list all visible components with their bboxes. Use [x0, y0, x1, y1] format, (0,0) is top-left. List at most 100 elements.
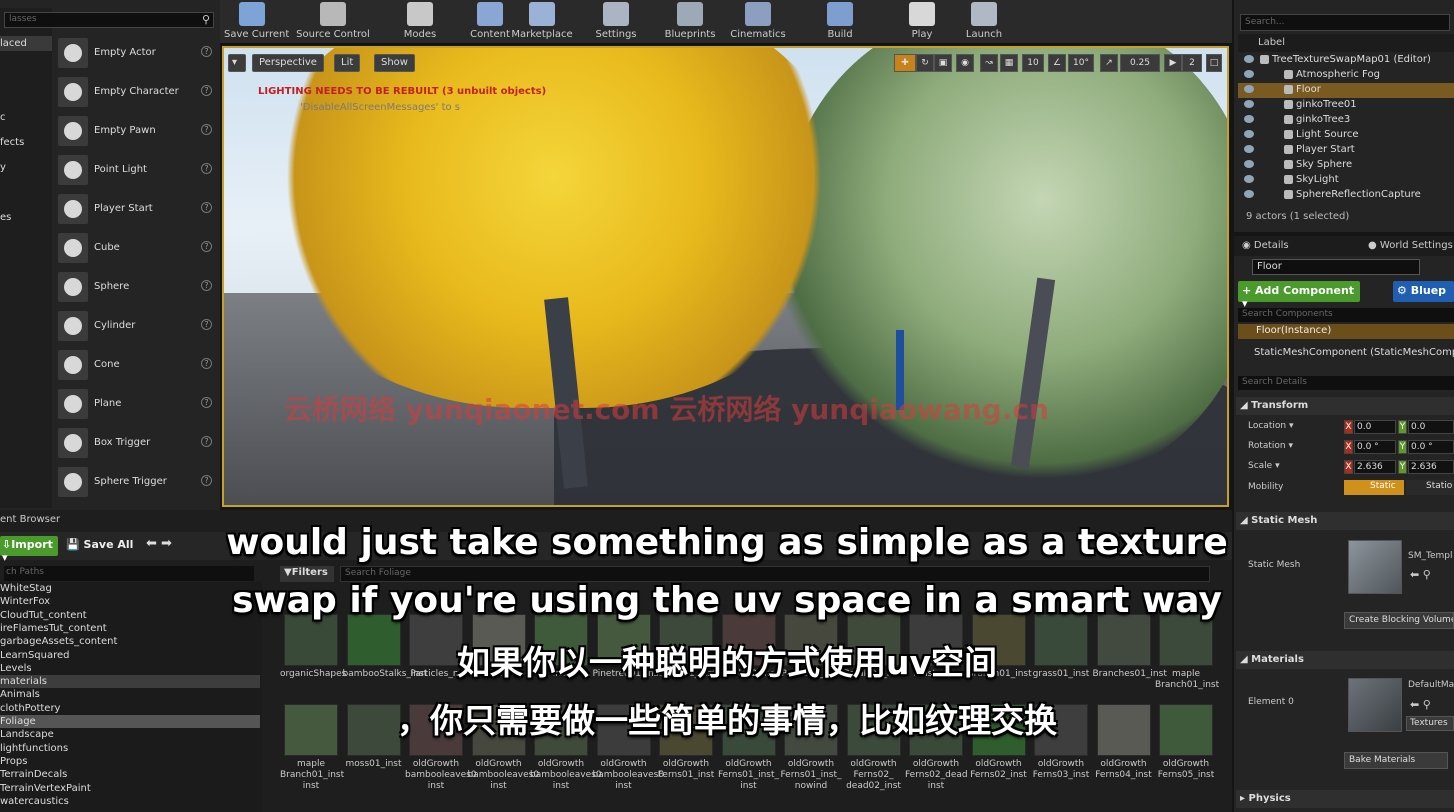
- toolbar-button-label[interactable]: Save Current: [224, 29, 289, 40]
- shape[interactable]: [64, 239, 82, 257]
- toolbar-button-label[interactable]: Source Control: [294, 29, 372, 40]
- asset-name[interactable]: maple Branch01_inst inst: [280, 759, 344, 792]
- toolbar-button-label[interactable]: Build: [812, 29, 868, 40]
- scale-snap-icon[interactable]: ↗: [1100, 54, 1118, 72]
- box-trigger-icon[interactable]: [58, 428, 88, 458]
- shape[interactable]: [64, 278, 82, 296]
- launch-icon[interactable]: [971, 2, 997, 26]
- folder-item[interactable]: TerrainDecals: [0, 768, 260, 781]
- light-bulb-icon[interactable]: [58, 155, 88, 185]
- cube-icon[interactable]: [58, 233, 88, 263]
- eye-icon[interactable]: [1244, 55, 1254, 63]
- outliner-label-header[interactable]: Label: [1238, 34, 1454, 52]
- asset-name[interactable]: oldGrowth Ferns01_inst_ nowind: [780, 759, 842, 792]
- toolbar-button[interactable]: Build: [812, 0, 868, 44]
- source-control-icon[interactable]: [320, 2, 346, 26]
- help-icon[interactable]: ?: [201, 241, 212, 252]
- outliner-row[interactable]: SphereReflectionCapture: [1238, 188, 1454, 203]
- actor-icon[interactable]: [1284, 145, 1293, 154]
- floor-instance-row[interactable]: Floor(Instance): [1238, 324, 1454, 339]
- actor-icon[interactable]: [1284, 85, 1293, 94]
- help-icon[interactable]: ?: [201, 46, 212, 57]
- folder-label[interactable]: TerrainVertexPaint: [0, 783, 91, 794]
- eye-icon[interactable]: [1244, 115, 1254, 123]
- place-item-label[interactable]: Sphere Trigger: [94, 476, 167, 487]
- category-item[interactable]: fects: [0, 137, 24, 148]
- rotation-snap-value[interactable]: 10°: [1068, 54, 1094, 72]
- toolbar-button-label[interactable]: Settings: [588, 29, 644, 40]
- place-item[interactable]: Box Trigger?: [56, 424, 216, 460]
- place-item-label[interactable]: Plane: [94, 398, 121, 409]
- help-icon[interactable]: ?: [201, 436, 212, 447]
- place-item-label[interactable]: Empty Actor: [94, 47, 156, 58]
- eye-icon[interactable]: [1244, 160, 1254, 168]
- outliner-search-input[interactable]: Search...: [1240, 14, 1450, 31]
- help-icon[interactable]: ?: [201, 319, 212, 330]
- help-icon[interactable]: ?: [201, 397, 212, 408]
- search-paths-input[interactable]: ch Paths: [4, 566, 254, 581]
- actor-icon[interactable]: [1284, 100, 1293, 109]
- eye-icon[interactable]: [1244, 70, 1254, 78]
- sphere-icon[interactable]: [58, 38, 88, 68]
- maximize-viewport-icon[interactable]: □: [1206, 54, 1222, 72]
- eye-icon[interactable]: [1244, 85, 1254, 93]
- asset-name[interactable]: oldGrowth Ferns05_inst: [1155, 759, 1217, 781]
- pawn-icon[interactable]: [58, 116, 88, 146]
- folder-label[interactable]: watercaustics: [0, 796, 69, 807]
- world-local-icon[interactable]: ◉: [956, 54, 974, 72]
- place-item[interactable]: Empty Actor?: [56, 34, 216, 70]
- viewport-options-button[interactable]: ▾: [228, 54, 246, 72]
- save-icon[interactable]: [239, 2, 265, 26]
- place-item[interactable]: Player Start?: [56, 190, 216, 226]
- cylinder-icon[interactable]: [58, 311, 88, 341]
- shape[interactable]: [64, 434, 82, 452]
- add-component-button[interactable]: + Add Component ▾: [1238, 281, 1360, 310]
- static-mesh-component-row[interactable]: StaticMeshComponent (StaticMeshComp: [1254, 347, 1454, 358]
- toolbar-button[interactable]: Save Current: [224, 0, 289, 44]
- physics-section[interactable]: ▸ Physics: [1236, 790, 1454, 808]
- place-item[interactable]: Sphere Trigger?: [56, 463, 216, 499]
- rotation-snap-icon[interactable]: ∠: [1048, 54, 1066, 72]
- actor-icon[interactable]: [1284, 70, 1293, 79]
- folder-label[interactable]: Props: [0, 756, 27, 767]
- actor-icon[interactable]: [1284, 130, 1293, 139]
- place-item[interactable]: Plane?: [56, 385, 216, 421]
- asset-name[interactable]: oldGrowth bambooleaves0 inst: [405, 759, 477, 792]
- actor-icon[interactable]: [1284, 190, 1293, 199]
- place-item-label[interactable]: Cone: [94, 359, 120, 370]
- settings-icon[interactable]: [603, 2, 629, 26]
- help-icon[interactable]: ?: [201, 358, 212, 369]
- cone-icon[interactable]: [58, 350, 88, 380]
- scale-y-field[interactable]: 2.636: [1408, 460, 1454, 474]
- marketplace-icon[interactable]: [529, 2, 555, 26]
- asset-name[interactable]: oldGrowth Ferns01_inst: [655, 759, 717, 781]
- asset-name[interactable]: oldGrowth Ferns02_dead inst: [905, 759, 968, 792]
- location-y-field[interactable]: 0.0: [1408, 420, 1454, 434]
- outliner-row-label[interactable]: Light Source: [1296, 129, 1358, 140]
- translate-tool-icon[interactable]: ✚: [894, 54, 916, 72]
- perspective-button[interactable]: Perspective: [252, 54, 324, 72]
- bake-materials-button[interactable]: Bake Materials: [1344, 752, 1448, 769]
- scale-snap-value[interactable]: 0.25: [1120, 54, 1160, 72]
- asset-name[interactable]: oldGrowth Ferns01_inst_ inst: [718, 759, 780, 792]
- outliner-row[interactable]: ginkoTree3: [1238, 113, 1454, 128]
- search-classes-input[interactable]: lasses ⚲: [4, 12, 214, 28]
- outliner-row[interactable]: TreeTextureSwapMap01 (Editor): [1238, 53, 1454, 68]
- character-icon[interactable]: [58, 77, 88, 107]
- toolbar-button[interactable]: Settings: [588, 0, 644, 44]
- shape[interactable]: [64, 395, 82, 413]
- location-x-field[interactable]: 0.0: [1354, 420, 1396, 434]
- place-item[interactable]: Cube?: [56, 229, 216, 265]
- category-item[interactable]: es: [0, 212, 11, 223]
- folder-label[interactable]: TerrainDecals: [0, 769, 67, 780]
- category-item[interactable]: y: [0, 162, 6, 173]
- toolbar-button-label[interactable]: Blueprints: [662, 29, 718, 40]
- category-item[interactable]: c: [0, 112, 6, 123]
- place-item[interactable]: Empty Character?: [56, 73, 216, 109]
- rotation-label[interactable]: Rotation ▾: [1248, 441, 1293, 451]
- place-item[interactable]: Cylinder?: [56, 307, 216, 343]
- toolbar-button-label[interactable]: Cinematics: [730, 29, 786, 40]
- shape[interactable]: [64, 356, 82, 374]
- category-item[interactable]: laced: [0, 36, 52, 51]
- help-icon[interactable]: ?: [201, 280, 212, 291]
